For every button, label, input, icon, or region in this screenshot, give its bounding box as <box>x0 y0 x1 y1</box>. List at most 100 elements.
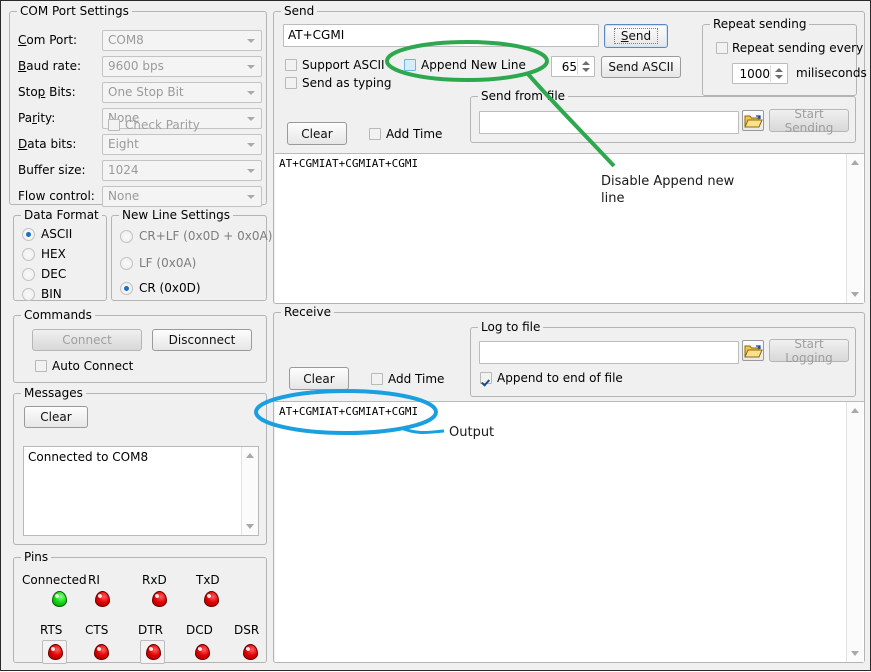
stop-bits-select[interactable]: One Stop Bit <box>102 82 262 103</box>
data-bits-select[interactable]: Eight <box>102 134 262 155</box>
repeat-sending-group: Repeat sending Repeat sending every 1000… <box>702 24 857 96</box>
stop-bits-value: One Stop Bit <box>108 85 184 99</box>
serial-terminal-window: COM Port Settings Com Port: COM8 Baud ra… <box>0 0 871 671</box>
baud-rate-value: 9600 bps <box>108 59 164 73</box>
ascii-code-spinner[interactable]: 65 <box>551 56 595 77</box>
send-title: Send <box>281 4 317 18</box>
send-clear-label: Clear <box>301 127 332 141</box>
send-as-typing-checkbox[interactable] <box>285 77 297 89</box>
send-from-file-title: Send from file <box>478 89 568 103</box>
receive-group: Receive Clear Add Time Log to file Start… <box>273 312 865 663</box>
log-to-file-browse-button[interactable] <box>742 340 764 361</box>
support-ascii-label: Support ASCII <box>302 58 385 72</box>
chevron-down-icon <box>247 39 255 43</box>
send-from-file-browse-button[interactable] <box>742 110 764 131</box>
check-parity-checkbox[interactable] <box>108 119 120 131</box>
flow-control-value: None <box>108 189 139 203</box>
data-format-label-dec: DEC <box>41 267 66 281</box>
connect-button-label: Connect <box>62 333 112 347</box>
pin-led-connected <box>52 591 67 607</box>
disconnect-button[interactable]: Disconnect <box>152 329 252 351</box>
com-port-settings-group: COM Port Settings Com Port: COM8 Baud ra… <box>9 11 267 205</box>
new-line-label-crlf: CR+LF (0x0D + 0x0A) <box>139 229 272 243</box>
baud-rate-select[interactable]: 9600 bps <box>102 56 262 77</box>
messages-scrollbar[interactable] <box>241 447 258 535</box>
com-port-label: Com Port: <box>18 33 77 47</box>
log-to-file-input[interactable] <box>479 341 739 364</box>
pin-label-connected: Connected <box>22 573 87 587</box>
scroll-down-icon[interactable] <box>851 651 859 656</box>
support-ascii-checkbox[interactable] <box>285 59 297 71</box>
flow-control-select[interactable]: None <box>102 186 262 207</box>
com-port-value: COM8 <box>108 33 144 47</box>
repeat-sending-title: Repeat sending <box>710 17 809 31</box>
new-line-radio-cr[interactable] <box>120 282 133 295</box>
send-add-time-checkbox[interactable] <box>369 128 381 140</box>
pin-led-dsr <box>243 644 258 660</box>
append-new-line-checkbox[interactable] <box>404 59 416 71</box>
scroll-up-icon[interactable] <box>246 453 254 458</box>
messages-clear-button[interactable]: Clear <box>24 406 88 428</box>
start-sending-button[interactable]: Start Sending <box>769 109 849 132</box>
receive-add-time-checkbox[interactable] <box>371 373 383 385</box>
new-line-radio-crlf[interactable] <box>120 230 133 243</box>
pin-led-dcd <box>195 644 210 660</box>
receive-log-scrollbar[interactable] <box>846 402 863 662</box>
messages-log-text: Connected to COM8 <box>28 450 240 464</box>
pins-title: Pins <box>21 550 51 564</box>
append-to-end-of-file-checkbox[interactable] <box>480 372 492 384</box>
receive-clear-label: Clear <box>303 372 334 386</box>
start-logging-button[interactable]: Start Logging <box>769 339 849 362</box>
send-button[interactable]: Send <box>604 24 668 48</box>
data-bits-value: Eight <box>108 137 139 151</box>
scroll-down-icon[interactable] <box>851 292 859 297</box>
data-format-radio-dec[interactable] <box>22 268 35 281</box>
data-format-radio-ascii[interactable] <box>22 228 35 241</box>
send-from-file-input[interactable] <box>479 111 739 134</box>
connect-button[interactable]: Connect <box>32 329 142 351</box>
start-logging-label: Start Logging <box>770 337 848 365</box>
data-format-label-bin: BIN <box>41 287 62 301</box>
repeat-interval-spinner[interactable]: 1000 <box>732 63 788 84</box>
scroll-down-icon[interactable] <box>246 524 254 529</box>
spinner-up-icon[interactable] <box>582 61 590 65</box>
send-log-text: AT+CGMIAT+CGMIAT+CGMI <box>279 157 846 171</box>
send-command-input[interactable]: AT+CGMI <box>283 24 599 47</box>
annotation-text-blue: Output <box>449 424 494 441</box>
messages-clear-label: Clear <box>40 410 71 424</box>
start-sending-label: Start Sending <box>770 107 848 135</box>
pin-led-cts <box>94 644 109 660</box>
send-log-scrollbar[interactable] <box>846 154 863 303</box>
spinner-down-icon[interactable] <box>775 75 783 79</box>
new-line-radio-lf[interactable] <box>120 257 133 270</box>
pin-led-rts <box>48 644 63 660</box>
send-log-area[interactable]: AT+CGMIAT+CGMIAT+CGMI <box>275 153 864 303</box>
receive-log-area[interactable]: AT+CGMIAT+CGMIAT+CGMI <box>275 401 864 662</box>
pin-label-dsr: DSR <box>234 623 259 637</box>
buffer-size-value: 1024 <box>108 163 139 177</box>
stop-bits-label: Stop Bits: <box>18 85 76 99</box>
pin-label-dcd: DCD <box>186 623 213 637</box>
spinner-down-icon[interactable] <box>582 68 590 72</box>
send-ascii-label: Send ASCII <box>608 60 673 74</box>
scroll-up-icon[interactable] <box>851 160 859 165</box>
messages-group: Messages Clear Connected to COM8 <box>13 393 267 545</box>
messages-log-area[interactable]: Connected to COM8 <box>23 446 259 536</box>
pins-group: Pins Connected RI RxD TxD RTS CTS DTR DC… <box>13 557 267 663</box>
send-ascii-button[interactable]: Send ASCII <box>601 56 681 78</box>
send-clear-button[interactable]: Clear <box>287 122 347 145</box>
com-port-select[interactable]: COM8 <box>102 30 262 51</box>
spinner-up-icon[interactable] <box>775 68 783 72</box>
data-format-group: Data Format ASCII HEX DEC BIN <box>13 215 107 301</box>
chevron-down-icon <box>247 65 255 69</box>
repeat-sending-checkbox[interactable] <box>716 42 728 54</box>
receive-clear-button[interactable]: Clear <box>289 367 349 390</box>
data-bits-label: Data bits: <box>18 137 76 151</box>
auto-connect-checkbox[interactable] <box>35 360 47 372</box>
buffer-size-label: Buffer size: <box>18 163 86 177</box>
data-format-radio-bin[interactable] <box>22 288 35 301</box>
scroll-up-icon[interactable] <box>851 408 859 413</box>
data-format-radio-hex[interactable] <box>22 248 35 261</box>
append-to-end-of-file-label: Append to end of file <box>497 371 623 385</box>
buffer-size-select[interactable]: 1024 <box>102 160 262 181</box>
